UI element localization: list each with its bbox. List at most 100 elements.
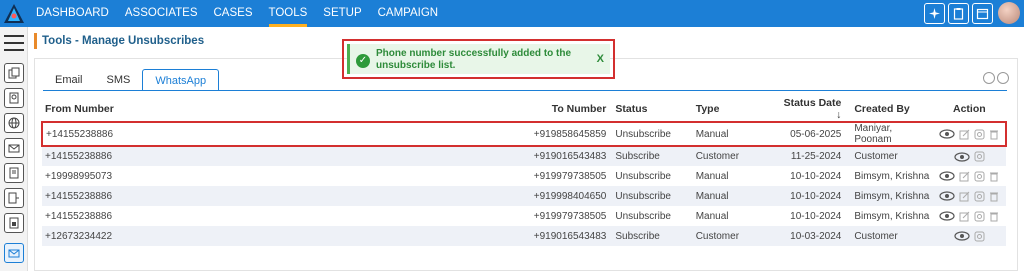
trash-icon[interactable]: [989, 211, 999, 222]
top-icons: [924, 2, 1020, 24]
document-icon[interactable]: [4, 163, 24, 183]
trash-icon[interactable]: [989, 191, 999, 202]
copy-pages-icon[interactable]: [4, 63, 24, 83]
copy-icon[interactable]: [974, 171, 985, 182]
nav-item-tools[interactable]: TOOLS: [268, 0, 307, 27]
eye-icon[interactable]: [939, 211, 955, 221]
table-row[interactable]: +14155238886 +919858645859 Unsubscribe Manu…: [41, 121, 1008, 147]
col-created-by[interactable]: Created By: [851, 97, 930, 123]
status-date-cell: 05-06-2025: [773, 121, 852, 147]
to-number-cell: +919016543483: [521, 146, 613, 166]
user-avatar[interactable]: [998, 2, 1020, 24]
eye-icon[interactable]: [939, 191, 955, 201]
document-export-icon[interactable]: [4, 188, 24, 208]
tab-sms[interactable]: SMS: [95, 69, 143, 91]
nav-item-cases[interactable]: CASES: [214, 0, 253, 27]
clipboard-icon[interactable]: [948, 2, 969, 24]
sparkle-icon[interactable]: [924, 2, 945, 24]
table-row[interactable]: +14155238886 +919016543483 Subscribe Custom…: [42, 146, 1006, 166]
created-by-cell: Bimsym, Krishna: [851, 186, 930, 206]
calendar-icon[interactable]: [972, 2, 993, 24]
type-cell: Customer: [692, 226, 774, 246]
unsubscribe-table: From Number To Number Status Type Status…: [41, 97, 1008, 246]
col-type[interactable]: Type: [692, 97, 774, 123]
check-circle-icon: ✓: [356, 54, 370, 68]
search-icon[interactable]: [983, 72, 995, 84]
eye-icon[interactable]: [954, 231, 970, 241]
globe-icon[interactable]: [4, 113, 24, 133]
nav-item-campaign[interactable]: CAMPAIGN: [378, 0, 439, 27]
channel-tabs: Email SMS WhatsApp: [43, 69, 220, 91]
hamburger-menu-icon[interactable]: [4, 35, 24, 56]
toast-message: Phone number successfully added to the u…: [376, 48, 572, 71]
copy-icon[interactable]: [974, 151, 985, 162]
eye-icon[interactable]: [939, 171, 955, 181]
from-number-cell: +14155238886: [45, 210, 113, 222]
from-number-cell: +12673234422: [42, 226, 522, 246]
table-row[interactable]: +14155238886 +919998404650 Unsubscribe Manu…: [42, 186, 1006, 206]
col-from-number[interactable]: From Number: [42, 97, 522, 123]
top-navbar: DASHBOARD ASSOCIATES CASES TOOLS SETUP CAMPAI…: [0, 0, 1024, 27]
table-row[interactable]: +19998995073 +919979738505 Unsubscribe Manu…: [42, 166, 1006, 186]
nav-item-setup[interactable]: SETUP: [323, 0, 361, 27]
to-number-cell: +919016543483: [521, 226, 613, 246]
copy-icon[interactable]: [974, 231, 985, 242]
to-number-cell: +919979738505: [533, 170, 607, 182]
created-by-cell: Maniyar, Poonam: [851, 121, 930, 147]
tab-whatsapp[interactable]: WhatsApp: [142, 69, 220, 91]
lock-document-icon[interactable]: [4, 213, 24, 233]
nav-item-associates[interactable]: ASSOCIATES: [125, 0, 198, 27]
col-status[interactable]: Status: [612, 97, 693, 123]
edit-icon[interactable]: [959, 211, 970, 222]
trash-icon[interactable]: [989, 129, 999, 140]
from-number-cell: +14155238886: [42, 146, 522, 166]
status-date-cell: 10-10-2024: [790, 170, 842, 182]
copy-icon[interactable]: [974, 191, 985, 202]
from-number-cell: +19998995073: [45, 170, 113, 182]
edit-icon[interactable]: [959, 191, 970, 202]
toast-body: ✓ Phone number successfully added to the…: [347, 44, 610, 74]
mail-unsubscribe-icon[interactable]: [4, 243, 24, 263]
eye-icon[interactable]: [939, 129, 955, 139]
table-row[interactable]: +12673234422 +919016543483 Subscribe Custom…: [42, 226, 1006, 246]
status-cell: Subscribe: [612, 146, 693, 166]
copy-icon[interactable]: [974, 129, 985, 140]
report-icon[interactable]: [4, 88, 24, 108]
left-sidebar: [0, 27, 28, 271]
page-title: Tools - Manage Unsubscribes: [42, 35, 205, 47]
action-cell: [929, 121, 1008, 147]
whatsapp-icon[interactable]: [997, 72, 1009, 84]
success-toast: ✓ Phone number successfully added to the…: [342, 39, 615, 79]
action-cell: [929, 186, 1006, 206]
from-number-cell: +14155238886: [42, 186, 522, 206]
mail-settings-icon[interactable]: [4, 138, 24, 158]
eye-icon[interactable]: [954, 151, 970, 162]
type-cell: Manual: [692, 121, 774, 147]
tab-underline: [43, 90, 1007, 91]
app-logo-icon[interactable]: [2, 2, 26, 25]
created-by-cell: Bimsym, Krishna: [854, 210, 930, 222]
col-status-date[interactable]: Status Date ↓: [773, 97, 852, 123]
page-title-wrap: Tools - Manage Unsubscribes: [34, 33, 204, 49]
trash-icon[interactable]: [989, 171, 999, 182]
copy-icon[interactable]: [974, 211, 985, 222]
toast-close-button[interactable]: X: [597, 53, 604, 65]
status-cell: Unsubscribe: [615, 210, 671, 222]
main-nav: DASHBOARD ASSOCIATES CASES TOOLS SETUP CAMPAI…: [36, 0, 454, 27]
sort-desc-icon: ↓: [836, 109, 842, 121]
from-number-cell: +14155238886: [41, 121, 522, 147]
type-cell: Customer: [692, 146, 774, 166]
edit-icon[interactable]: [959, 129, 970, 140]
status-date-cell: 10-10-2024: [790, 210, 842, 222]
action-cell: [930, 166, 1006, 186]
created-by-cell: Customer: [851, 226, 930, 246]
col-to-number[interactable]: To Number: [521, 97, 613, 123]
status-date-cell: 11-25-2024: [773, 146, 852, 166]
table-row[interactable]: +14155238886 +919979738505 Unsubscribe Manu…: [42, 206, 1006, 226]
edit-icon[interactable]: [959, 171, 970, 182]
tab-email[interactable]: Email: [43, 69, 95, 91]
status-cell: Unsubscribe: [612, 121, 693, 147]
col-action: Action: [929, 97, 1006, 123]
nav-item-dashboard[interactable]: DASHBOARD: [36, 0, 109, 27]
status-date-cell: 10-03-2024: [773, 226, 852, 246]
